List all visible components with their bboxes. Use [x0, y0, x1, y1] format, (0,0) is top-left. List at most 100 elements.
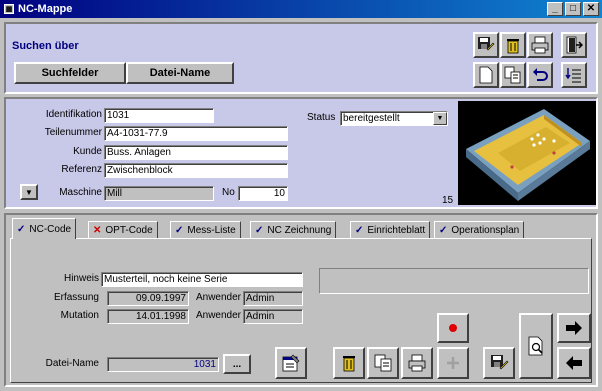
- arrow-right-icon: [566, 321, 582, 335]
- search-filename-button[interactable]: Datei-Name: [126, 62, 234, 84]
- print-button[interactable]: [527, 32, 553, 58]
- plus-icon: [447, 357, 459, 369]
- search-fields-button[interactable]: Suchfelder: [14, 62, 126, 84]
- previous-button[interactable]: [557, 347, 591, 379]
- close-button[interactable]: ✕: [583, 2, 599, 16]
- arrow-left-icon: [566, 356, 582, 370]
- filename-field[interactable]: 1031: [107, 357, 219, 372]
- mutation-user-field: Admin: [243, 309, 303, 324]
- window-title: NC-Mappe: [18, 3, 73, 15]
- tab-label: Mess-Liste: [187, 224, 236, 236]
- tab-label: Operationsplan: [451, 224, 520, 236]
- part-number-field[interactable]: A4-1031-77.9: [104, 126, 288, 141]
- status-select[interactable]: bereitgestellt ▼: [340, 111, 448, 126]
- cross-icon: ✕: [93, 224, 102, 236]
- exit-door-icon: [566, 36, 583, 54]
- details-panel: Identifikation 1031 Teilenummer A4-1031-…: [4, 97, 598, 209]
- machine-dropdown-button[interactable]: ▼: [20, 184, 38, 200]
- delete-button[interactable]: [500, 32, 526, 58]
- tab-nc-zeichnung[interactable]: ✓ NC Zeichnung: [250, 221, 337, 238]
- copy-file-button[interactable]: [367, 347, 399, 379]
- red-dot-icon: [449, 324, 457, 332]
- machine-label: Maschine: [59, 187, 102, 198]
- sort-list-icon: [565, 68, 581, 83]
- filename-label: Datei-Name: [45, 358, 99, 369]
- record-button[interactable]: [437, 313, 469, 343]
- printer-icon: [408, 354, 426, 372]
- copy-icon: [504, 66, 521, 84]
- hint-label: Hinweis: [63, 273, 99, 284]
- mutation-date-field: 14.01.1998: [107, 309, 189, 324]
- delete-file-button[interactable]: [333, 347, 365, 379]
- tab-label: NC-Code: [29, 223, 72, 235]
- title-bar: ▦ NC-Mappe _ □ ✕: [0, 0, 602, 18]
- search-panel: Suchen über Suchfelder Datei-Name: [4, 22, 598, 94]
- info-box: [319, 268, 589, 294]
- tab-label: NC Zeichnung: [267, 224, 332, 236]
- check-icon: ✓: [355, 224, 364, 236]
- hint-field[interactable]: Musterteil, noch keine Serie: [101, 272, 303, 287]
- check-icon: ✓: [175, 224, 184, 236]
- tab-mess-liste[interactable]: ✓ Mess-Liste: [170, 221, 241, 238]
- number-field[interactable]: 10: [238, 186, 288, 201]
- check-icon: ✓: [439, 224, 448, 236]
- tab-label: OPT-Code: [105, 224, 153, 236]
- trash-icon: [343, 356, 355, 372]
- new-document-icon: [479, 66, 493, 84]
- preview-button[interactable]: [519, 313, 553, 379]
- customer-label: Kunde: [73, 146, 102, 157]
- undo-button[interactable]: [527, 62, 553, 88]
- sort-button[interactable]: [561, 62, 587, 88]
- tab-opt-code[interactable]: ✕ OPT-Code: [88, 221, 158, 238]
- save-icon: [478, 37, 495, 51]
- save-edit-icon: [491, 355, 509, 370]
- next-button[interactable]: [557, 313, 591, 343]
- status-label: Status: [307, 112, 336, 123]
- app-icon: ▦: [4, 4, 14, 14]
- machine-field[interactable]: Mill: [104, 186, 214, 201]
- tab-nc-code[interactable]: ✓ NC-Code: [12, 218, 77, 239]
- chevron-down-icon: ▼: [25, 187, 33, 197]
- number-label: No: [222, 187, 235, 198]
- copy-button[interactable]: [500, 62, 526, 88]
- part-preview-image: [458, 101, 596, 205]
- tab-area: ✓ NC-Code ✕ OPT-Code ✓ Mess-Liste ✓ NC Zeich…: [4, 213, 598, 387]
- maximize-button[interactable]: □: [565, 2, 581, 16]
- entry-user-field: Admin: [243, 291, 303, 306]
- printer-icon: [531, 36, 549, 54]
- search-label: Suchen über: [12, 40, 79, 52]
- status-value: bereitgestellt: [343, 113, 400, 124]
- tab-label: Einrichteblatt: [367, 224, 426, 236]
- open-file-button[interactable]: [275, 347, 307, 379]
- trash-icon: [507, 39, 519, 54]
- check-icon: ✓: [17, 223, 26, 235]
- entry-user-label: Anwender: [195, 292, 241, 303]
- reference-field[interactable]: Zwischenblock: [104, 163, 288, 178]
- mutation-label: Mutation: [60, 310, 99, 321]
- entry-label: Erfassung: [53, 292, 99, 303]
- print-file-button[interactable]: [401, 347, 433, 379]
- browse-button[interactable]: ...: [223, 354, 251, 374]
- add-button[interactable]: [437, 347, 469, 379]
- entry-date-field: 09.09.1997: [107, 291, 189, 306]
- new-button[interactable]: [473, 62, 499, 88]
- undo-icon: [533, 68, 548, 81]
- part-3d-model-icon: [466, 109, 590, 201]
- id-field[interactable]: 1031: [104, 108, 214, 123]
- mutation-user-label: Anwender: [195, 310, 241, 321]
- chevron-down-icon[interactable]: ▼: [433, 112, 447, 125]
- edit-file-button[interactable]: [483, 347, 515, 379]
- minimize-button[interactable]: _: [547, 2, 563, 16]
- nc-code-page: Hinweis Musterteil, noch keine Serie Erf…: [10, 238, 592, 383]
- check-icon: ✓: [255, 224, 264, 236]
- exit-button[interactable]: [561, 32, 587, 58]
- customer-field[interactable]: Buss. Anlagen: [104, 145, 288, 160]
- copy-icon: [374, 354, 392, 372]
- magnify-document-icon: [528, 336, 543, 356]
- id-label: Identifikation: [45, 109, 102, 120]
- tab-einrichteblatt[interactable]: ✓ Einrichteblatt: [350, 221, 431, 238]
- tab-operationsplan[interactable]: ✓ Operationsplan: [434, 221, 525, 238]
- preview-number: 15: [442, 195, 454, 206]
- save-edit-button[interactable]: [473, 32, 499, 58]
- reference-label: Referenz: [61, 164, 102, 175]
